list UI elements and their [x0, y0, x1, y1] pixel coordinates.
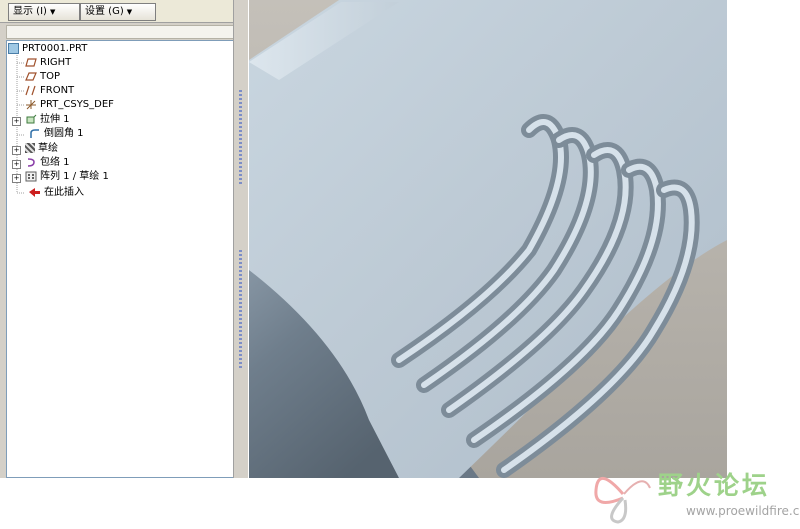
tree-item-label: RIGHT: [40, 57, 72, 68]
sketch-icon: [25, 143, 35, 153]
tree-item-label: 包络 1: [40, 157, 70, 168]
tree-item-top[interactable]: TOP: [25, 70, 60, 84]
tree-item-insert-here[interactable]: 在此插入: [29, 186, 84, 200]
model-3d-render: [249, 0, 727, 478]
pattern-icon: [25, 171, 37, 182]
tree-item-label: 在此插入: [44, 187, 84, 198]
chevron-down-icon: ▼: [126, 8, 133, 16]
tree-item-label: TOP: [40, 71, 61, 82]
tree-item-sketch[interactable]: 草绘: [25, 142, 58, 156]
butterfly-logo-icon: [594, 477, 651, 524]
tree-item-right[interactable]: RIGHT: [25, 56, 71, 70]
settings-menu-label: 设置 (G): [85, 6, 124, 17]
tree-item-front[interactable]: FRONT: [25, 84, 74, 98]
navigator-panel: 显示 (I) ▼ 设置 (G) ▼ PRT0001.PRT RIGHT TOP FR…: [0, 0, 248, 478]
round-icon: [29, 128, 41, 139]
show-menu-button[interactable]: 显示 (I) ▼: [8, 3, 80, 21]
chevron-down-icon: ▼: [49, 8, 56, 16]
splitter-grip: [239, 90, 242, 185]
tree-item-label: 倒圆角 1: [44, 128, 84, 139]
tree-item-pattern[interactable]: 阵列 1 / 草绘 1: [25, 170, 109, 184]
datum-plane-icon: [25, 57, 37, 68]
datum-plane-icon: [25, 85, 37, 96]
tree-item-round[interactable]: 倒圆角 1: [29, 127, 84, 141]
tree-item-label: 拉伸 1: [40, 114, 70, 125]
tree-item-csys[interactable]: PRT_CSYS_DEF: [25, 98, 114, 112]
tree-item-label: FRONT: [40, 85, 75, 96]
watermark-title: 野火论坛: [658, 471, 771, 500]
tree-item-extrude[interactable]: 拉伸 1: [25, 113, 70, 127]
wrap-icon: [25, 157, 37, 168]
tree-item-part[interactable]: PRT0001.PRT: [8, 42, 87, 56]
part-icon: [8, 42, 19, 54]
model-tree-toolbar: 显示 (I) ▼ 设置 (G) ▼: [0, 0, 247, 23]
datum-plane-icon: [25, 71, 37, 82]
insert-here-icon: [29, 187, 41, 198]
expand-toggle[interactable]: +: [12, 146, 21, 155]
tree-item-label: 草绘: [38, 143, 58, 154]
settings-menu-button[interactable]: 设置 (G) ▼: [80, 3, 156, 21]
panel-splitter[interactable]: [233, 0, 248, 478]
show-menu-label: 显示 (I): [13, 6, 47, 17]
extrude-icon: [25, 114, 37, 125]
tree-item-wrap[interactable]: 包络 1: [25, 156, 70, 170]
watermark-url: www.proewildfire.cn: [686, 504, 800, 518]
model-tree[interactable]: PRT0001.PRT RIGHT TOP FRONT PRT_CSYS_DEF…: [6, 40, 234, 478]
tree-item-label: 阵列 1 / 草绘 1: [40, 171, 109, 182]
tree-item-label: PRT_CSYS_DEF: [40, 99, 114, 110]
expand-toggle[interactable]: +: [12, 117, 21, 126]
forum-watermark: 野火论坛 www.proewildfire.cn: [588, 460, 800, 529]
tree-item-label: PRT0001.PRT: [22, 43, 88, 54]
expand-toggle[interactable]: +: [12, 160, 21, 169]
model-tree-header: [6, 25, 234, 39]
expand-toggle[interactable]: +: [12, 174, 21, 183]
coordinate-system-icon: [25, 99, 37, 110]
graphics-viewport[interactable]: [249, 0, 727, 478]
splitter-grip: [239, 250, 242, 370]
